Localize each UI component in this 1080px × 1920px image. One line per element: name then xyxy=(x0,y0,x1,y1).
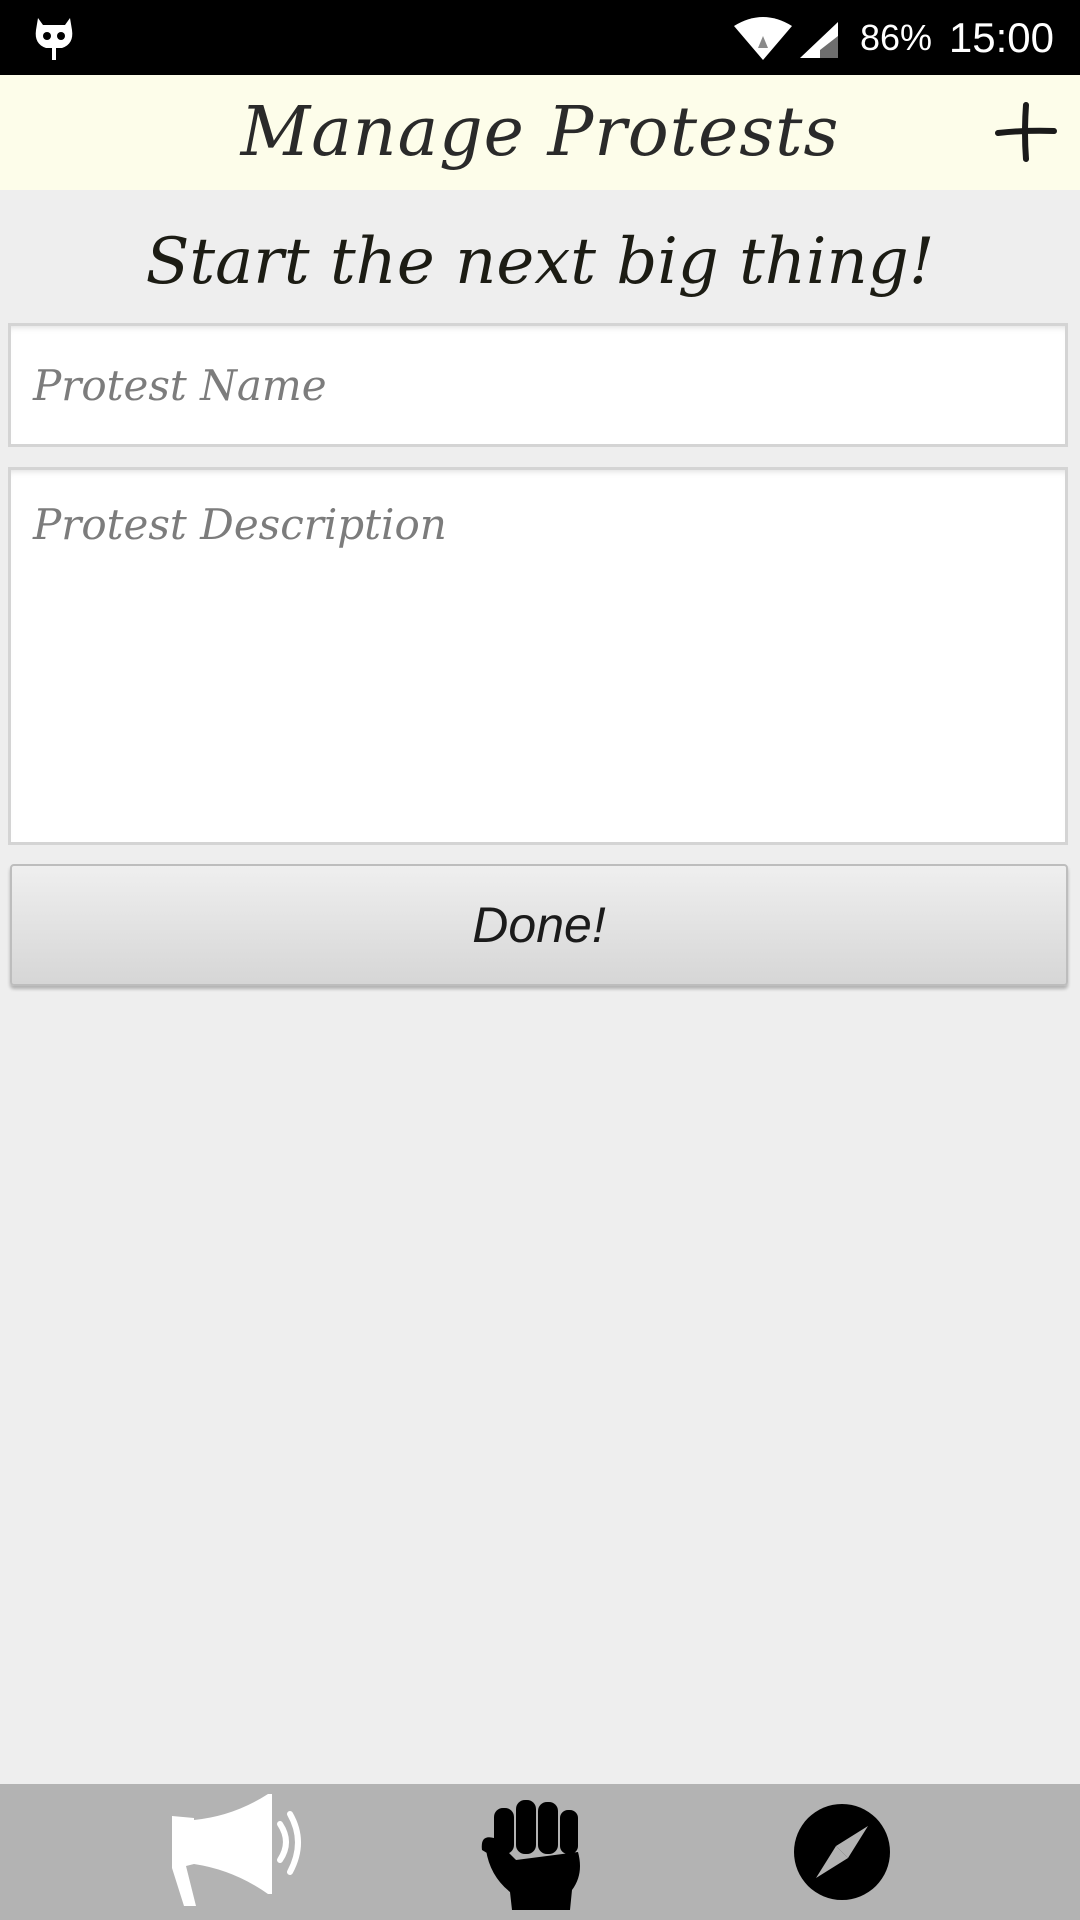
nav-protests-button[interactable] xyxy=(172,1794,302,1910)
compass-icon xyxy=(794,1804,890,1900)
protest-description-placeholder: Protest Description xyxy=(33,500,447,549)
cyanogenmod-icon xyxy=(35,18,73,60)
wifi-icon xyxy=(734,17,792,60)
bottom-nav xyxy=(0,1784,1080,1920)
protest-description-input[interactable]: Protest Description xyxy=(8,467,1068,845)
done-button[interactable]: Done! xyxy=(10,864,1068,986)
clock: 15:00 xyxy=(948,14,1054,61)
add-protest-button[interactable] xyxy=(990,97,1060,167)
megaphone-icon xyxy=(172,1794,301,1906)
page-title: Manage Protests xyxy=(240,93,840,172)
status-bar: 86% 15:00 xyxy=(0,0,1080,75)
plus-icon xyxy=(995,102,1057,162)
battery-level: 86% xyxy=(860,17,933,58)
protest-name-placeholder: Protest Name xyxy=(33,361,327,410)
done-button-label: Done! xyxy=(472,897,606,953)
tagline: Start the next big thing! xyxy=(145,225,935,299)
raised-fist-icon xyxy=(481,1800,580,1910)
nav-explore-button[interactable] xyxy=(778,1794,908,1910)
app-header: Manage Protests xyxy=(0,75,1080,190)
protest-name-input[interactable]: Protest Name xyxy=(8,323,1068,447)
cell-signal-icon xyxy=(800,22,838,58)
nav-join-button[interactable] xyxy=(476,1794,606,1910)
